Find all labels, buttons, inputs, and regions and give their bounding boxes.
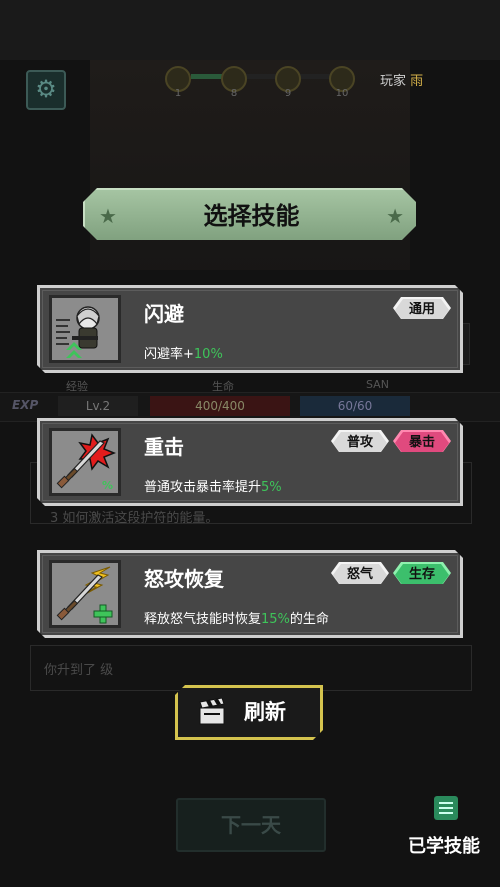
choose-skill-banner: ★ ★ 选择技能 — [83, 188, 416, 240]
skill-tags: 怒气 生存 — [331, 562, 451, 584]
progress-node-label: 9 — [284, 88, 292, 99]
dagger-heal-icon — [49, 560, 121, 628]
refresh-label: 刷新 — [244, 700, 286, 724]
dagger-crit-icon: % — [49, 428, 121, 496]
learned-skills-book-icon[interactable] — [434, 796, 458, 820]
skill-tag: 暴击 — [395, 432, 449, 454]
hp-value: 400/400 — [150, 396, 290, 416]
stats-header: 经验 生命 SAN — [66, 378, 389, 393]
skill-tag: 生存 — [395, 564, 449, 586]
event-log-text: 3 如何激活这段护符的能量。 — [50, 511, 219, 526]
skill-value: 15% — [261, 612, 290, 627]
skill-description: 释放怒气技能时恢复15%的生命 — [144, 612, 329, 627]
progress-node-label: 8 — [230, 88, 238, 99]
clapperboard-icon — [199, 698, 225, 725]
san-value: 60/60 — [300, 396, 410, 416]
progress-node-label: 10 — [335, 88, 349, 99]
dialog-title: 选择技能 — [203, 202, 300, 230]
refresh-button[interactable]: 刷新 — [175, 685, 323, 740]
skill-tags: 普攻 暴击 — [331, 430, 451, 452]
level-value: Lv.2 — [58, 396, 138, 416]
progress-node-label: 1 — [174, 88, 182, 99]
level-log-text: 你升到了 级 — [44, 663, 114, 678]
background-top-bar — [0, 0, 500, 60]
settings-gear-icon: ⚙ — [26, 70, 66, 110]
skill-name: 闪避 — [144, 302, 184, 326]
skill-value: 10% — [193, 347, 223, 362]
skill-name: 怒攻恢复 — [144, 567, 224, 591]
learned-skills-button[interactable]: 已学技能 — [408, 832, 480, 858]
skill-card-rage-recovery[interactable]: 怒攻恢复 怒气 生存 释放怒气技能时恢复15%的生命 — [37, 550, 463, 638]
skill-tags: 通用 — [393, 297, 451, 319]
day-progress-track: 1 8 9 10 — [165, 66, 355, 102]
player-name-label: 玩家 雨 — [380, 74, 424, 89]
skill-card-heavy-strike[interactable]: % 重击 普攻 暴击 普通攻击暴击率提升5% — [37, 418, 463, 506]
skill-description: 普通攻击暴击率提升5% — [144, 480, 282, 495]
stats-bar: EXP Lv.2 400/400 60/60 — [0, 392, 500, 422]
skill-tag: 普攻 — [333, 432, 387, 454]
skill-value: 5% — [261, 480, 282, 495]
skill-description: 闪避率+10% — [144, 347, 223, 362]
skill-name: 重击 — [144, 435, 184, 459]
day-progress-fill — [191, 74, 224, 79]
percent-badge: % — [102, 479, 113, 492]
skill-tag: 通用 — [395, 299, 449, 321]
character-portrait-icon — [49, 295, 121, 363]
exp-label: EXP — [12, 398, 39, 412]
next-day-button: 下一天 — [176, 798, 326, 852]
skill-card-dodge[interactable]: 闪避 通用 闪避率+10% — [37, 285, 463, 373]
skill-tag: 怒气 — [333, 564, 387, 586]
